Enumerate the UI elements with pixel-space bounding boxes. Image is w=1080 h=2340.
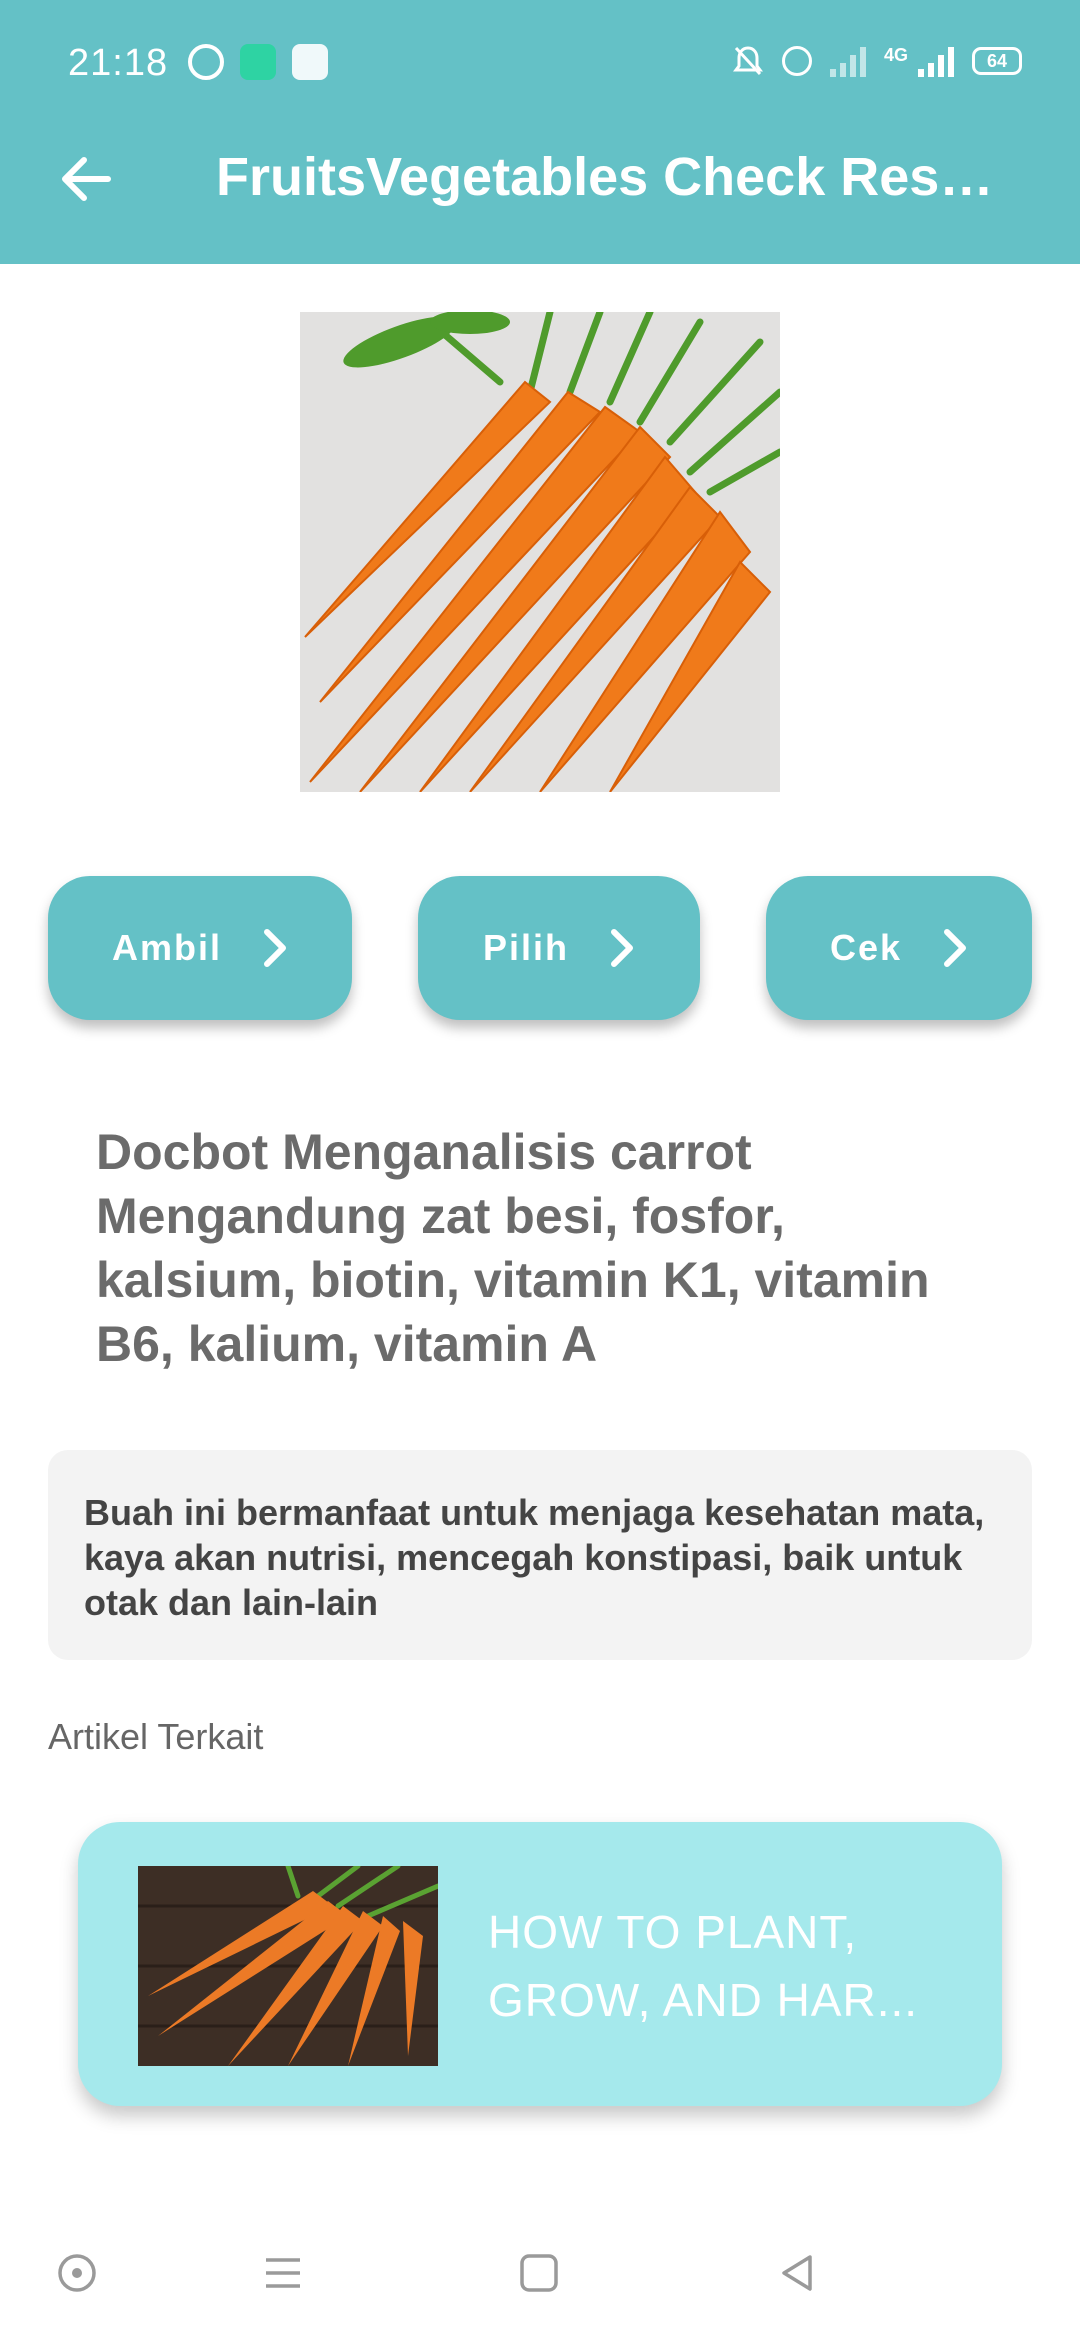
status-bar: 21:18 4G 64 xyxy=(0,0,1080,130)
whatsapp-icon xyxy=(188,44,224,80)
notification-icons xyxy=(188,44,328,80)
benefit-box: Buah ini bermanfaat untuk menjaga keseha… xyxy=(48,1450,1032,1660)
article-title: HOW TO PLANT, GROW, AND HAR... xyxy=(488,1906,919,2026)
signal-icon xyxy=(829,45,866,77)
check-button[interactable]: Cek xyxy=(766,876,1032,1020)
chat-app-icon xyxy=(240,44,276,80)
check-label: Cek xyxy=(829,927,903,968)
status-time: 21:18 xyxy=(68,42,169,84)
analysis-result-text: Docbot Menganalisis carrot Mengandung za… xyxy=(96,1124,930,1372)
benefit-text: Buah ini bermanfaat untuk menjaga keseha… xyxy=(84,1492,985,1623)
mute-icon xyxy=(732,46,763,76)
system-icons: 4G 64 xyxy=(732,44,1022,78)
take-photo-button[interactable]: Ambil xyxy=(48,876,352,1020)
battery-level: 64 xyxy=(986,50,1008,71)
pick-image-button[interactable]: Pilih xyxy=(418,876,700,1020)
back-triangle-icon[interactable] xyxy=(776,2252,818,2294)
system-navigation-bar xyxy=(0,2220,1080,2340)
webtoon-icon xyxy=(292,44,328,80)
take-photo-label: Ambil xyxy=(111,927,222,968)
related-articles-heading: Artikel Terkait xyxy=(48,1716,264,1757)
chevron-right-icon xyxy=(264,929,286,967)
menu-icon[interactable] xyxy=(262,2252,304,2294)
signal-4g-icon xyxy=(918,45,954,77)
chevron-right-icon xyxy=(944,929,967,967)
network-type: 4G xyxy=(883,44,908,65)
assistant-circle-icon[interactable] xyxy=(56,2252,98,2294)
pick-image-label: Pilih xyxy=(482,927,569,968)
app-header: 21:18 4G 64 FruitsVegetables Check Resul… xyxy=(0,0,1080,264)
back-arrow-icon[interactable] xyxy=(58,152,112,206)
page-title: FruitsVegetables Check Resul... xyxy=(216,147,1016,207)
battery-icon: 64 xyxy=(972,47,1022,75)
article-thumbnail xyxy=(138,1866,438,2066)
chevron-right-icon xyxy=(611,929,633,967)
related-article-card[interactable]: HOW TO PLANT, GROW, AND HAR... xyxy=(78,1822,1002,2106)
alarm-icon xyxy=(781,46,812,76)
home-square-icon[interactable] xyxy=(518,2252,560,2294)
carrot-photo xyxy=(300,312,780,792)
